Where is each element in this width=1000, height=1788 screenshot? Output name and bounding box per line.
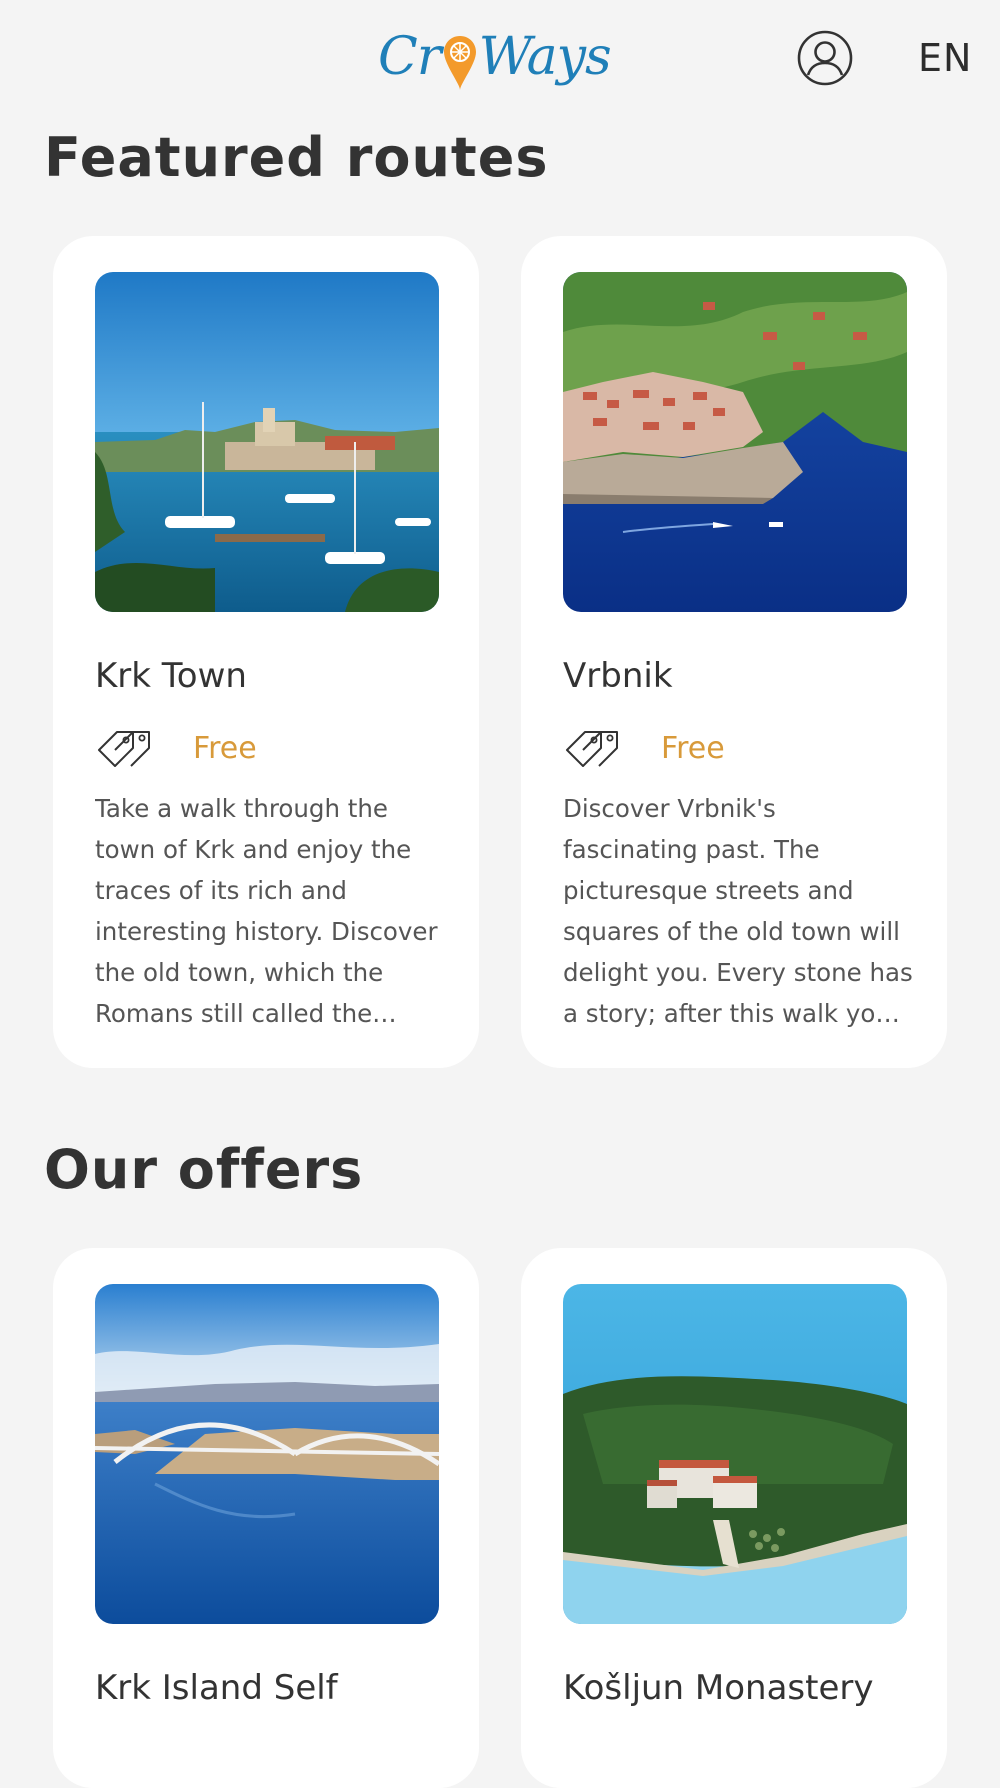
route-card-krk-town[interactable]: Krk Town Free Take a walk through the to…	[53, 236, 479, 1068]
logo-text-left: Cr	[378, 27, 442, 87]
vrbnik-image	[563, 272, 907, 612]
krk-town-image	[95, 272, 439, 612]
price-row: Free	[563, 728, 725, 768]
route-card-vrbnik[interactable]: Vrbnik Free Discover Vrbnik's fascinatin…	[521, 236, 947, 1068]
logo-text-right: Ways	[478, 27, 612, 87]
route-price: Free	[193, 730, 257, 766]
orange-pin-icon	[442, 34, 478, 92]
our-offers-title: Our offers	[44, 1138, 364, 1201]
offer-title: Krk Island Self	[95, 1668, 338, 1708]
app-header: Cr Ways EN	[0, 0, 1000, 110]
route-title: Vrbnik	[563, 656, 673, 696]
route-price: Free	[661, 730, 725, 766]
language-selector[interactable]: EN	[918, 36, 972, 80]
user-circle-icon	[797, 30, 853, 86]
offer-card-krk-island[interactable]: Krk Island Self	[53, 1248, 479, 1788]
offer-title: Košljun Monastery	[563, 1668, 874, 1708]
route-title: Krk Town	[95, 656, 247, 696]
price-tags-icon	[95, 728, 153, 768]
route-description: Take a walk through the town of Krk and …	[95, 794, 438, 1028]
route-description: Discover Vrbnik's fascinating past. The …	[563, 794, 913, 1028]
kosljun-monastery-image	[563, 1284, 907, 1624]
price-row: Free	[95, 728, 257, 768]
krk-bridge-image	[95, 1284, 439, 1624]
croways-logo[interactable]: Cr Ways	[378, 22, 612, 92]
featured-routes-title: Featured routes	[44, 126, 549, 189]
offer-card-kosljun-monastery[interactable]: Košljun Monastery	[521, 1248, 947, 1788]
account-button[interactable]	[795, 28, 855, 88]
price-tags-icon	[563, 728, 621, 768]
